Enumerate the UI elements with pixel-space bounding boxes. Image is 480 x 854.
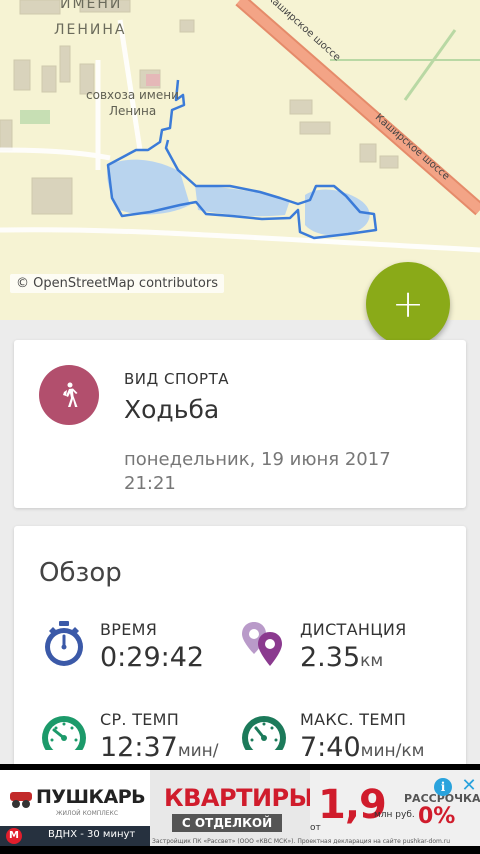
activity-date: понедельник, 19 июня 2017 — [124, 449, 391, 470]
ad-brand-panel: ПУШКАРЬ ЖИЛОЙ КОМПЛЕКС M ВДНХ - 30 минут — [0, 770, 150, 846]
activity-card[interactable]: ВИД СПОРТА Ходьба понедельник, 19 июня 2… — [14, 340, 466, 508]
ad-brand-sub: ЖИЛОЙ КОМПЛЕКС — [56, 810, 119, 817]
activity-time: 21:21 — [124, 473, 176, 494]
sport-type-value: Ходьба — [124, 395, 220, 424]
overview-card: Обзор ВРЕМЯ 0:29:42 ДИСТАНЦИЯ 2.35км СР.… — [14, 526, 466, 786]
stat-distance-value-wrap: 2.35км — [300, 642, 383, 673]
ad-percent: 0% — [418, 804, 456, 829]
ad-price-unit: млн руб. — [374, 810, 415, 820]
map-label-imeni: ИМЕНИ — [60, 0, 123, 12]
map-attribution[interactable]: © OpenStreetMap contributors — [10, 274, 224, 293]
stat-avg-pace-value: 12:37 — [100, 732, 178, 763]
stat-distance-unit: км — [360, 651, 384, 671]
ad-subheadline: С ОТДЕЛКОЙ — [172, 814, 282, 832]
map-label-lenin: ЛЕНИНА — [54, 22, 127, 38]
plus-icon: + — [392, 282, 424, 326]
info-icon[interactable]: i — [434, 778, 452, 796]
stat-time-value: 0:29:42 — [100, 642, 205, 673]
stat-max-pace-value: 7:40 — [300, 732, 361, 763]
stat-time: ВРЕМЯ 0:29:42 — [40, 620, 260, 690]
sport-type-label: ВИД СПОРТА — [124, 370, 230, 388]
stopwatch-icon — [45, 621, 83, 666]
stat-distance-value: 2.35 — [300, 642, 361, 673]
close-icon[interactable]: ✕ — [460, 776, 478, 796]
ad-price: 1,9 — [318, 782, 387, 828]
cannon-icon — [10, 792, 32, 808]
overview-title: Обзор — [39, 558, 122, 588]
stat-max-pace-unit: мин/км — [360, 741, 425, 761]
stat-avg-pace-value-wrap: 12:37мин/ — [100, 732, 219, 763]
ad-content[interactable]: ПУШКАРЬ ЖИЛОЙ КОМПЛЕКС M ВДНХ - 30 минут… — [0, 770, 480, 846]
ad-price-panel: от 1,9 млн руб. РАССРОЧКА 0% — [310, 770, 480, 846]
stat-max-pace-value-wrap: 7:40мин/км — [300, 732, 424, 763]
walking-person-icon — [63, 382, 78, 407]
speedometer-icon — [240, 716, 288, 758]
activity-datetime: понедельник, 19 июня 2017 21:21 — [124, 448, 444, 496]
stat-distance: ДИСТАНЦИЯ 2.35км — [240, 620, 460, 690]
map-pin-icon — [242, 622, 282, 666]
speedometer-icon — [40, 716, 88, 758]
map-label-sovkhoz: совхоза имени — [86, 88, 179, 102]
sport-avatar — [39, 365, 99, 425]
stat-avg-pace-unit: мин/ — [177, 741, 219, 761]
ad-fine-print: Застройщик ПК «Рассвет» (ООО «КВС МСК»).… — [152, 838, 451, 845]
stat-max-pace-label: МАКС. ТЕМП — [300, 710, 407, 729]
ad-headline-panel: КВАРТИРЫ С ОТДЕЛКОЙ — [150, 770, 314, 846]
stat-distance-label: ДИСТАНЦИЯ — [300, 620, 407, 639]
stat-avg-pace-label: СР. ТЕМП — [100, 710, 180, 729]
map-label-sovkhoz-lenin: Ленина — [109, 104, 157, 118]
ad-banner[interactable]: ПУШКАРЬ ЖИЛОЙ КОМПЛЕКС M ВДНХ - 30 минут… — [0, 764, 480, 854]
ad-headline: КВАРТИРЫ — [164, 784, 314, 812]
add-activity-button[interactable]: + — [366, 262, 450, 346]
stat-time-label: ВРЕМЯ — [100, 620, 158, 639]
ad-brand: ПУШКАРЬ — [36, 786, 146, 808]
